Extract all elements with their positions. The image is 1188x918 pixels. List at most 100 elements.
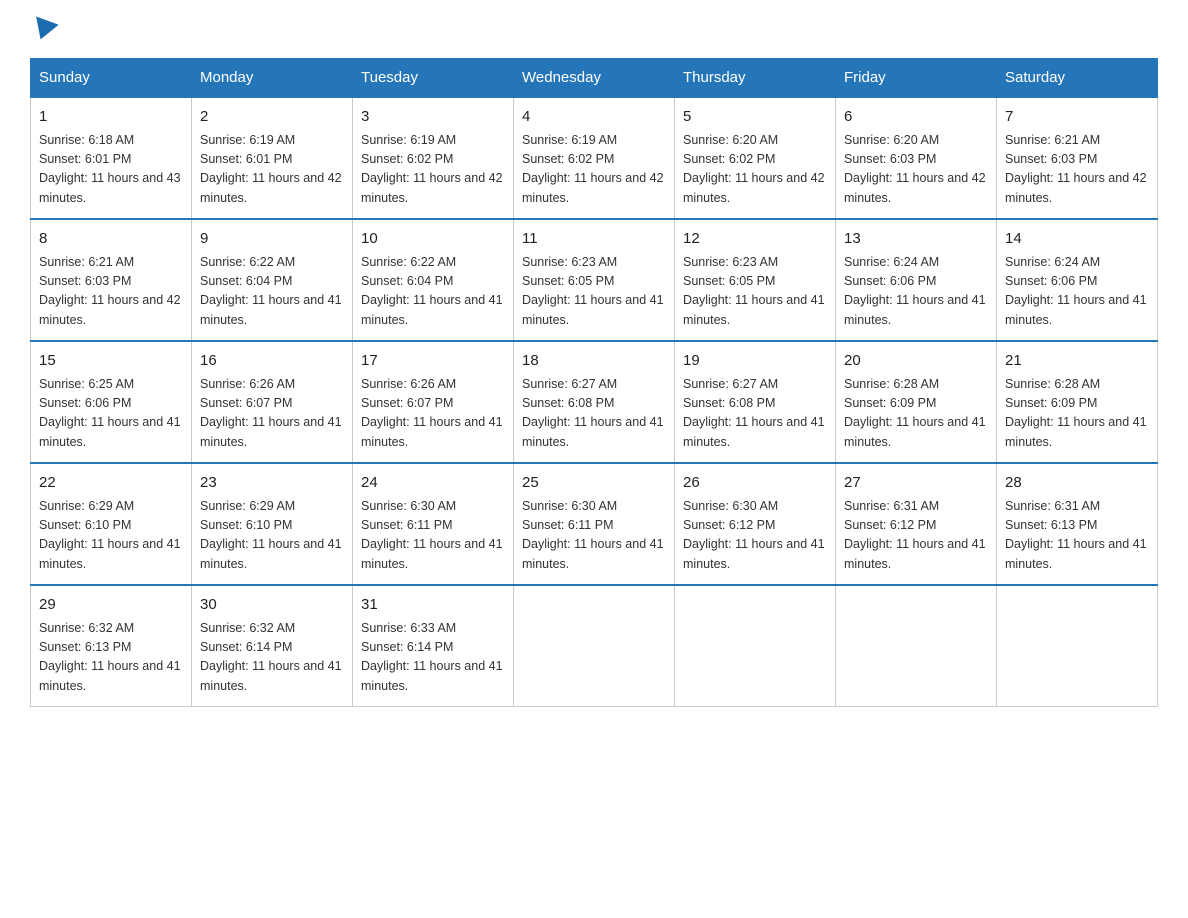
day-number: 9 [200,228,344,251]
calendar-day-cell: 2Sunrise: 6:19 AMSunset: 6:01 PMDaylight… [192,97,353,219]
calendar-day-cell: 3Sunrise: 6:19 AMSunset: 6:02 PMDaylight… [353,97,514,219]
page-header [30,20,1158,40]
calendar-day-cell: 18Sunrise: 6:27 AMSunset: 6:08 PMDayligh… [514,341,675,463]
day-info: Sunrise: 6:30 AMSunset: 6:11 PMDaylight:… [522,497,666,575]
calendar-day-header: Sunday [31,59,192,98]
day-number: 7 [1005,106,1149,129]
logo [30,20,58,40]
day-number: 6 [844,106,988,129]
day-info: Sunrise: 6:30 AMSunset: 6:12 PMDaylight:… [683,497,827,575]
calendar-day-cell: 22Sunrise: 6:29 AMSunset: 6:10 PMDayligh… [31,463,192,585]
calendar-day-header: Tuesday [353,59,514,98]
calendar-day-cell: 19Sunrise: 6:27 AMSunset: 6:08 PMDayligh… [675,341,836,463]
day-number: 3 [361,106,505,129]
calendar-day-cell: 4Sunrise: 6:19 AMSunset: 6:02 PMDaylight… [514,97,675,219]
day-info: Sunrise: 6:29 AMSunset: 6:10 PMDaylight:… [200,497,344,575]
calendar-day-cell: 15Sunrise: 6:25 AMSunset: 6:06 PMDayligh… [31,341,192,463]
calendar-day-cell: 30Sunrise: 6:32 AMSunset: 6:14 PMDayligh… [192,585,353,707]
day-number: 14 [1005,228,1149,251]
day-info: Sunrise: 6:20 AMSunset: 6:02 PMDaylight:… [683,131,827,209]
calendar-day-cell: 31Sunrise: 6:33 AMSunset: 6:14 PMDayligh… [353,585,514,707]
day-info: Sunrise: 6:19 AMSunset: 6:02 PMDaylight:… [522,131,666,209]
day-number: 25 [522,472,666,495]
calendar-body: 1Sunrise: 6:18 AMSunset: 6:01 PMDaylight… [31,97,1158,707]
day-info: Sunrise: 6:28 AMSunset: 6:09 PMDaylight:… [844,375,988,453]
day-info: Sunrise: 6:25 AMSunset: 6:06 PMDaylight:… [39,375,183,453]
day-info: Sunrise: 6:24 AMSunset: 6:06 PMDaylight:… [1005,253,1149,331]
day-number: 2 [200,106,344,129]
day-number: 27 [844,472,988,495]
day-number: 21 [1005,350,1149,373]
day-info: Sunrise: 6:19 AMSunset: 6:02 PMDaylight:… [361,131,505,209]
day-info: Sunrise: 6:29 AMSunset: 6:10 PMDaylight:… [39,497,183,575]
calendar-day-cell: 27Sunrise: 6:31 AMSunset: 6:12 PMDayligh… [836,463,997,585]
day-number: 26 [683,472,827,495]
day-number: 30 [200,594,344,617]
day-info: Sunrise: 6:32 AMSunset: 6:13 PMDaylight:… [39,619,183,697]
calendar-day-cell: 29Sunrise: 6:32 AMSunset: 6:13 PMDayligh… [31,585,192,707]
day-number: 15 [39,350,183,373]
logo-triangle-icon [29,16,58,43]
day-number: 31 [361,594,505,617]
day-info: Sunrise: 6:18 AMSunset: 6:01 PMDaylight:… [39,131,183,209]
calendar-day-cell: 20Sunrise: 6:28 AMSunset: 6:09 PMDayligh… [836,341,997,463]
calendar-day-cell: 17Sunrise: 6:26 AMSunset: 6:07 PMDayligh… [353,341,514,463]
calendar-day-cell: 28Sunrise: 6:31 AMSunset: 6:13 PMDayligh… [997,463,1158,585]
calendar-header-row: SundayMondayTuesdayWednesdayThursdayFrid… [31,59,1158,98]
day-info: Sunrise: 6:27 AMSunset: 6:08 PMDaylight:… [683,375,827,453]
calendar-table: SundayMondayTuesdayWednesdayThursdayFrid… [30,58,1158,707]
calendar-week-row: 29Sunrise: 6:32 AMSunset: 6:13 PMDayligh… [31,585,1158,707]
calendar-day-header: Saturday [997,59,1158,98]
day-number: 18 [522,350,666,373]
day-info: Sunrise: 6:23 AMSunset: 6:05 PMDaylight:… [522,253,666,331]
day-info: Sunrise: 6:26 AMSunset: 6:07 PMDaylight:… [200,375,344,453]
calendar-day-header: Wednesday [514,59,675,98]
calendar-day-cell: 26Sunrise: 6:30 AMSunset: 6:12 PMDayligh… [675,463,836,585]
day-info: Sunrise: 6:33 AMSunset: 6:14 PMDaylight:… [361,619,505,697]
day-number: 17 [361,350,505,373]
calendar-day-cell: 10Sunrise: 6:22 AMSunset: 6:04 PMDayligh… [353,219,514,341]
day-info: Sunrise: 6:21 AMSunset: 6:03 PMDaylight:… [39,253,183,331]
calendar-day-cell: 11Sunrise: 6:23 AMSunset: 6:05 PMDayligh… [514,219,675,341]
day-number: 8 [39,228,183,251]
calendar-day-cell: 6Sunrise: 6:20 AMSunset: 6:03 PMDaylight… [836,97,997,219]
calendar-day-cell: 13Sunrise: 6:24 AMSunset: 6:06 PMDayligh… [836,219,997,341]
calendar-day-cell: 9Sunrise: 6:22 AMSunset: 6:04 PMDaylight… [192,219,353,341]
calendar-day-cell: 5Sunrise: 6:20 AMSunset: 6:02 PMDaylight… [675,97,836,219]
calendar-day-cell [514,585,675,707]
day-number: 24 [361,472,505,495]
day-info: Sunrise: 6:22 AMSunset: 6:04 PMDaylight:… [200,253,344,331]
calendar-day-header: Friday [836,59,997,98]
day-number: 4 [522,106,666,129]
calendar-day-cell: 25Sunrise: 6:30 AMSunset: 6:11 PMDayligh… [514,463,675,585]
calendar-day-cell: 23Sunrise: 6:29 AMSunset: 6:10 PMDayligh… [192,463,353,585]
day-number: 20 [844,350,988,373]
day-number: 28 [1005,472,1149,495]
calendar-day-cell: 16Sunrise: 6:26 AMSunset: 6:07 PMDayligh… [192,341,353,463]
day-info: Sunrise: 6:19 AMSunset: 6:01 PMDaylight:… [200,131,344,209]
calendar-day-cell: 24Sunrise: 6:30 AMSunset: 6:11 PMDayligh… [353,463,514,585]
day-info: Sunrise: 6:23 AMSunset: 6:05 PMDaylight:… [683,253,827,331]
day-info: Sunrise: 6:22 AMSunset: 6:04 PMDaylight:… [361,253,505,331]
day-number: 16 [200,350,344,373]
day-number: 5 [683,106,827,129]
day-number: 1 [39,106,183,129]
calendar-day-cell: 21Sunrise: 6:28 AMSunset: 6:09 PMDayligh… [997,341,1158,463]
calendar-day-cell [836,585,997,707]
day-info: Sunrise: 6:30 AMSunset: 6:11 PMDaylight:… [361,497,505,575]
calendar-day-cell: 1Sunrise: 6:18 AMSunset: 6:01 PMDaylight… [31,97,192,219]
day-number: 11 [522,228,666,251]
day-info: Sunrise: 6:31 AMSunset: 6:12 PMDaylight:… [844,497,988,575]
calendar-day-cell: 14Sunrise: 6:24 AMSunset: 6:06 PMDayligh… [997,219,1158,341]
day-info: Sunrise: 6:28 AMSunset: 6:09 PMDaylight:… [1005,375,1149,453]
day-number: 19 [683,350,827,373]
day-info: Sunrise: 6:26 AMSunset: 6:07 PMDaylight:… [361,375,505,453]
day-number: 22 [39,472,183,495]
day-info: Sunrise: 6:20 AMSunset: 6:03 PMDaylight:… [844,131,988,209]
day-info: Sunrise: 6:27 AMSunset: 6:08 PMDaylight:… [522,375,666,453]
calendar-week-row: 8Sunrise: 6:21 AMSunset: 6:03 PMDaylight… [31,219,1158,341]
day-info: Sunrise: 6:24 AMSunset: 6:06 PMDaylight:… [844,253,988,331]
day-info: Sunrise: 6:21 AMSunset: 6:03 PMDaylight:… [1005,131,1149,209]
day-number: 13 [844,228,988,251]
day-number: 23 [200,472,344,495]
